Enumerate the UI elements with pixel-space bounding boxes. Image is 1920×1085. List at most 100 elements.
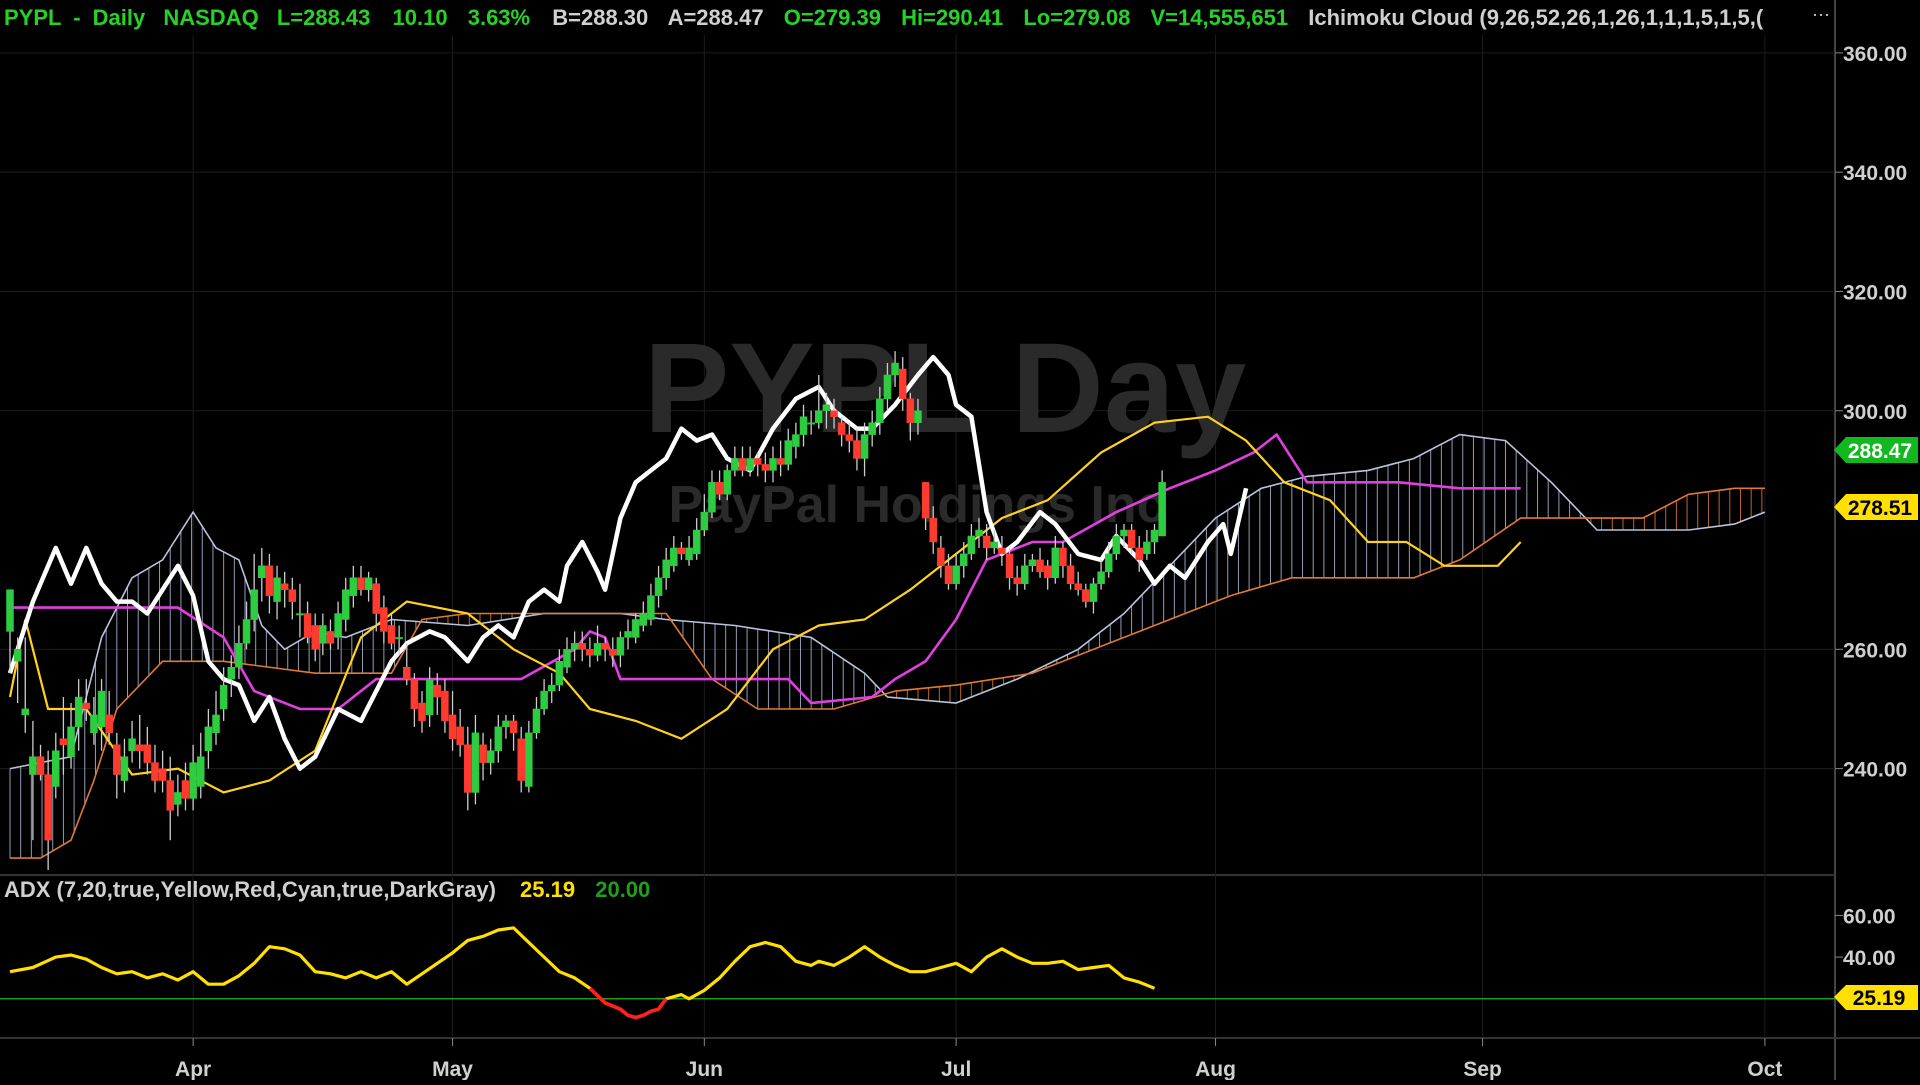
candle-body [792, 434, 800, 447]
candle-body [189, 762, 197, 799]
candle-body [1143, 541, 1151, 555]
candle-body [1104, 553, 1113, 573]
header-open: O=279.39 [784, 5, 881, 30]
candle-body [555, 661, 564, 686]
x-tick-label: Aug [1195, 1058, 1236, 1080]
candle-body [578, 643, 586, 650]
candle-body [494, 726, 503, 751]
candle-body [822, 404, 831, 411]
header-high: Hi=290.41 [901, 5, 1003, 30]
candle-body [1112, 535, 1121, 555]
candle-body [1089, 583, 1098, 602]
candle-body [471, 732, 480, 793]
adx-value: 25.19 [520, 877, 575, 902]
candle-body [731, 458, 739, 471]
candle-body [967, 535, 976, 555]
candle-body [662, 559, 670, 578]
candle-body [670, 547, 678, 567]
candle-body [456, 726, 464, 745]
candle-body [609, 649, 617, 656]
candle-body [1120, 529, 1128, 537]
candle-body [853, 440, 861, 459]
candle-body [113, 744, 121, 775]
candle-body [723, 470, 731, 495]
candle-body [288, 589, 297, 602]
candle-body [570, 643, 579, 650]
candle-body [868, 422, 876, 435]
watermark-symbol: PYPL Day [644, 317, 1246, 460]
header-change-pct: 3.63% [468, 5, 530, 30]
last-price-badge-text: 288.47 [1848, 440, 1912, 463]
candle-body [364, 577, 373, 590]
candle-body [776, 458, 785, 465]
candle-body [624, 631, 632, 638]
candle-body [36, 756, 45, 775]
candle-body [128, 738, 136, 751]
candle-body [265, 565, 274, 596]
candle-body [341, 589, 350, 620]
header-study: Ichimoku Cloud (9,26,52,26,1,26,1,1,1,5,… [1308, 5, 1764, 30]
header-ellipsis: ··· [1812, 4, 1830, 24]
candle-body [143, 744, 152, 763]
candle-body [1051, 547, 1060, 579]
candle-body [151, 762, 159, 781]
candle-body [181, 780, 190, 799]
candle-body [311, 625, 319, 650]
candle-body [830, 410, 838, 417]
candle-body [349, 577, 358, 596]
candle-body [105, 714, 113, 734]
y-tick-label: 240.00 [1843, 759, 1907, 782]
header-volume: V=14,555,651 [1151, 5, 1289, 30]
candle-body [1135, 547, 1143, 561]
candle-body [6, 589, 14, 632]
candle-body [654, 577, 663, 596]
candle-body [235, 643, 243, 668]
candle-body [1021, 565, 1029, 584]
candle-body [380, 607, 388, 632]
candle-body [219, 684, 228, 710]
candle-body [593, 643, 602, 656]
candle-body [250, 589, 258, 620]
candle-body [1028, 559, 1037, 567]
candle-body [914, 410, 922, 423]
candle-body [135, 744, 144, 751]
candle-body [960, 553, 968, 567]
adx-header: ADX (7,20,true,Yellow,Red,Cyan,true,Dark… [4, 877, 650, 902]
candle-body [21, 708, 30, 716]
y-tick-label: 340.00 [1843, 162, 1907, 185]
candle-body [74, 696, 83, 728]
candle-body [418, 702, 426, 722]
chart-root: PYPL Day PayPal Holdings Inc 60.00 40.00 … [0, 0, 1920, 1081]
candle-body [44, 774, 52, 841]
candle-body [1059, 547, 1067, 567]
candle-body [1082, 589, 1090, 602]
adx-threshold: 20.00 [595, 877, 650, 902]
candle-body [97, 690, 106, 728]
x-tick-label: Jun [686, 1058, 723, 1080]
candle-body [845, 434, 854, 441]
candle-body [387, 625, 396, 644]
candle-body [479, 744, 487, 763]
kijun-badge: 278.51 [1834, 494, 1918, 520]
candle-body [563, 649, 571, 668]
candle-body [586, 649, 594, 656]
candle-body [517, 738, 525, 781]
header-ask: A=288.47 [668, 5, 764, 30]
candle-body [441, 690, 449, 722]
candle-body [372, 583, 380, 614]
candle-body [52, 750, 60, 787]
kijun-badge-text: 278.51 [1848, 497, 1913, 520]
candle-body [998, 547, 1006, 555]
candle-body [891, 362, 899, 376]
candle-body [1066, 565, 1075, 584]
candle-body [357, 577, 365, 590]
candle-body [1158, 482, 1166, 537]
candle-body [616, 637, 625, 656]
candle-body [700, 511, 709, 531]
candle-body [296, 613, 304, 616]
candle-body [1043, 565, 1052, 578]
candle-body [280, 583, 289, 590]
candle-body [685, 547, 693, 561]
candle-body [448, 714, 457, 740]
candle-body [937, 547, 945, 567]
